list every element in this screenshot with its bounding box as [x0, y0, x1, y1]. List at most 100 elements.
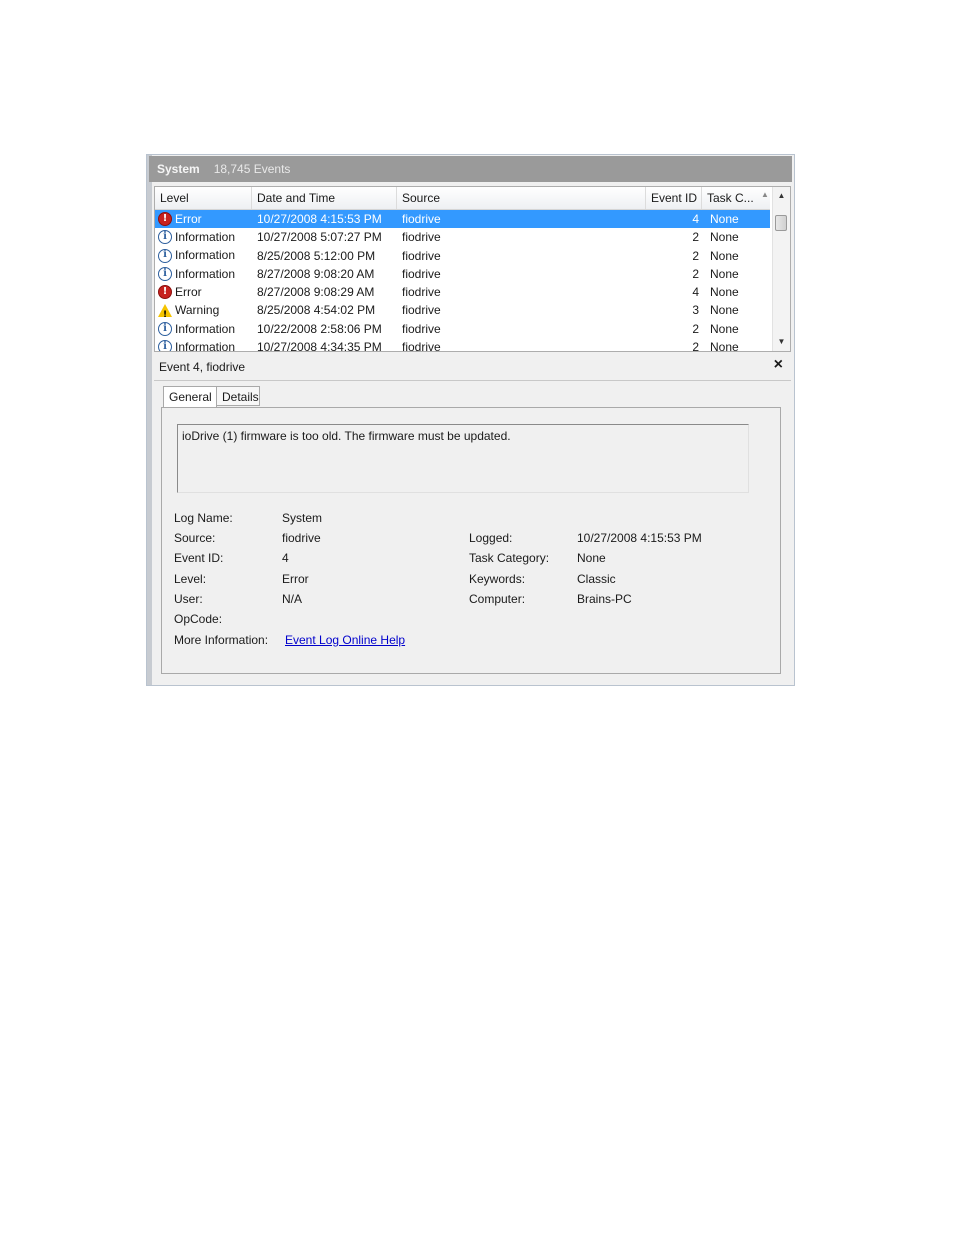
info-icon: i	[158, 266, 172, 281]
event-source-cell: fiodrive	[402, 340, 441, 352]
event-id-cell: 2	[692, 266, 699, 281]
value-source: fiodrive	[282, 531, 321, 545]
event-list[interactable]: Level Date and Time Source ▲ Event ID Ta…	[154, 186, 791, 352]
event-id-cell: 2	[692, 321, 699, 336]
event-row[interactable]: ! Warning 8/25/2008 4:54:02 PM fiodrive 3 Non…	[155, 301, 770, 320]
info-icon: i	[158, 340, 172, 351]
event-row[interactable]: i Information 8/27/2008 9:08:20 AM fiodrive…	[155, 265, 770, 283]
event-detail-title: Event 4, fiodrive	[159, 360, 246, 374]
value-event-id: 4	[282, 551, 289, 565]
event-level-text: Information	[175, 230, 236, 245]
event-level-text: Warning	[175, 303, 220, 318]
event-row[interactable]: i Information 8/25/2008 5:12:00 PM fiodrive…	[155, 247, 770, 265]
event-id-cell: 2	[692, 230, 699, 245]
event-id-cell: 2	[692, 248, 699, 263]
label-opcode: OpCode:	[174, 612, 223, 626]
close-icon[interactable]: ×	[774, 356, 783, 374]
event-level-text: Error	[175, 211, 202, 226]
event-id-cell: 3	[692, 303, 699, 318]
value-user: N/A	[282, 592, 303, 606]
event-task-cell: None	[710, 266, 739, 281]
event-level-cell: i Information	[158, 320, 235, 338]
value-keywords: Classic	[577, 572, 616, 586]
event-row[interactable]: i Information 10/22/2008 2:58:06 PM fiodriv…	[155, 320, 770, 338]
scroll-up-icon[interactable]: ▲	[773, 189, 790, 203]
value-task-category: None	[577, 551, 606, 565]
event-detail-header: Event 4, fiodrive ×	[154, 354, 791, 381]
event-message-box[interactable]: ioDrive (1) firmware is too old. The fir…	[177, 424, 749, 493]
event-task-cell: None	[710, 321, 739, 336]
event-level-text: Information	[175, 266, 236, 281]
event-level-text: Information	[175, 339, 236, 352]
error-icon: !	[158, 212, 172, 226]
event-date-cell: 10/22/2008 2:58:06 PM	[257, 321, 382, 336]
event-level-text: Error	[175, 285, 202, 300]
column-header-task[interactable]: Task C...	[702, 187, 770, 209]
column-header-source[interactable]: Source ▲	[397, 187, 769, 209]
event-id-cell: 4	[692, 285, 699, 300]
log-header-bar: System 18,745 Events	[149, 156, 792, 182]
value-log-name: System	[282, 511, 323, 525]
event-level-text: Information	[175, 248, 236, 263]
event-level-cell: ! Error	[158, 283, 202, 301]
event-source-cell: fiodrive	[402, 248, 441, 263]
label-keywords: Keywords:	[469, 572, 526, 586]
event-id-cell: 2	[692, 340, 699, 352]
event-task-cell: None	[710, 340, 739, 352]
column-header-source-label: Source	[402, 191, 441, 205]
label-source: Source:	[174, 531, 216, 545]
label-task-category: Task Category:	[469, 551, 550, 565]
event-date-cell: 8/25/2008 5:12:00 PM	[257, 248, 376, 263]
info-icon: i	[158, 248, 172, 263]
value-logged: 10/27/2008 4:15:53 PM	[577, 531, 702, 545]
event-id-cell: 4	[692, 212, 699, 226]
event-row[interactable]: ! Error 10/27/2008 4:15:53 PM fiodrive 4 None	[155, 210, 770, 229]
info-icon: i	[158, 321, 172, 336]
event-task-cell: None	[710, 303, 739, 318]
event-level-text: Information	[175, 321, 236, 336]
value-level: Error	[282, 572, 309, 586]
event-row[interactable]: i Information 10/27/2008 4:34:35 PM fiodriv…	[155, 338, 770, 352]
label-event-id: Event ID:	[174, 551, 224, 565]
event-task-cell: None	[710, 285, 739, 300]
label-user: User:	[174, 592, 203, 606]
left-border	[147, 155, 152, 685]
event-level-cell: ! Error	[158, 210, 202, 228]
error-icon: !	[158, 285, 172, 300]
event-task-cell: None	[710, 212, 739, 226]
column-header-date[interactable]: Date and Time	[252, 187, 397, 209]
column-header-level[interactable]: Level	[155, 187, 252, 209]
general-tab-panel: ioDrive (1) firmware is too old. The fir…	[161, 407, 781, 674]
scroll-down-icon[interactable]: ▼	[773, 335, 790, 349]
column-header-event-id[interactable]: Event ID	[646, 187, 702, 209]
vertical-scrollbar[interactable]: ▲ ▼	[772, 187, 790, 351]
event-source-cell: fiodrive	[402, 212, 441, 226]
label-logged: Logged:	[469, 531, 513, 545]
column-header-row: Level Date and Time Source ▲ Event ID Ta…	[155, 187, 770, 210]
log-name: System	[157, 162, 200, 176]
event-row[interactable]: i Information 10/27/2008 5:07:27 PM fiodriv…	[155, 228, 770, 246]
event-source-cell: fiodrive	[402, 303, 441, 318]
label-level: Level:	[174, 572, 207, 586]
event-level-cell: i Information	[158, 228, 235, 246]
event-level-cell: i Information	[158, 338, 236, 352]
event-source-cell: fiodrive	[402, 285, 441, 300]
label-computer: Computer:	[469, 592, 526, 606]
event-date-cell: 10/27/2008 4:34:35 PM	[257, 340, 382, 352]
event-row[interactable]: ! Error 8/27/2008 9:08:29 AM fiodrive 4 None	[155, 283, 770, 301]
label-more-information: More Information:	[174, 633, 269, 647]
event-source-cell: fiodrive	[402, 266, 441, 281]
scroll-thumb[interactable]	[775, 215, 787, 231]
event-level-cell: i Information	[158, 247, 235, 265]
event-count: 18,745 Events	[213, 162, 291, 176]
event-rows: ! Error 10/27/2008 4:15:53 PM fiodrive 4 None…	[155, 210, 770, 352]
value-computer: Brains-PC	[577, 592, 632, 606]
event-date-cell: 8/25/2008 4:54:02 PM	[257, 303, 376, 318]
event-source-cell: fiodrive	[402, 230, 441, 245]
tab-general[interactable]: General	[163, 386, 217, 408]
event-date-cell: 8/27/2008 9:08:29 AM	[257, 285, 375, 300]
warning-icon: !	[158, 303, 172, 320]
event-date-cell: 10/27/2008 4:15:53 PM	[257, 212, 382, 226]
tab-details[interactable]: Details	[216, 386, 260, 406]
event-log-online-help-link[interactable]: Event Log Online Help	[285, 633, 405, 647]
